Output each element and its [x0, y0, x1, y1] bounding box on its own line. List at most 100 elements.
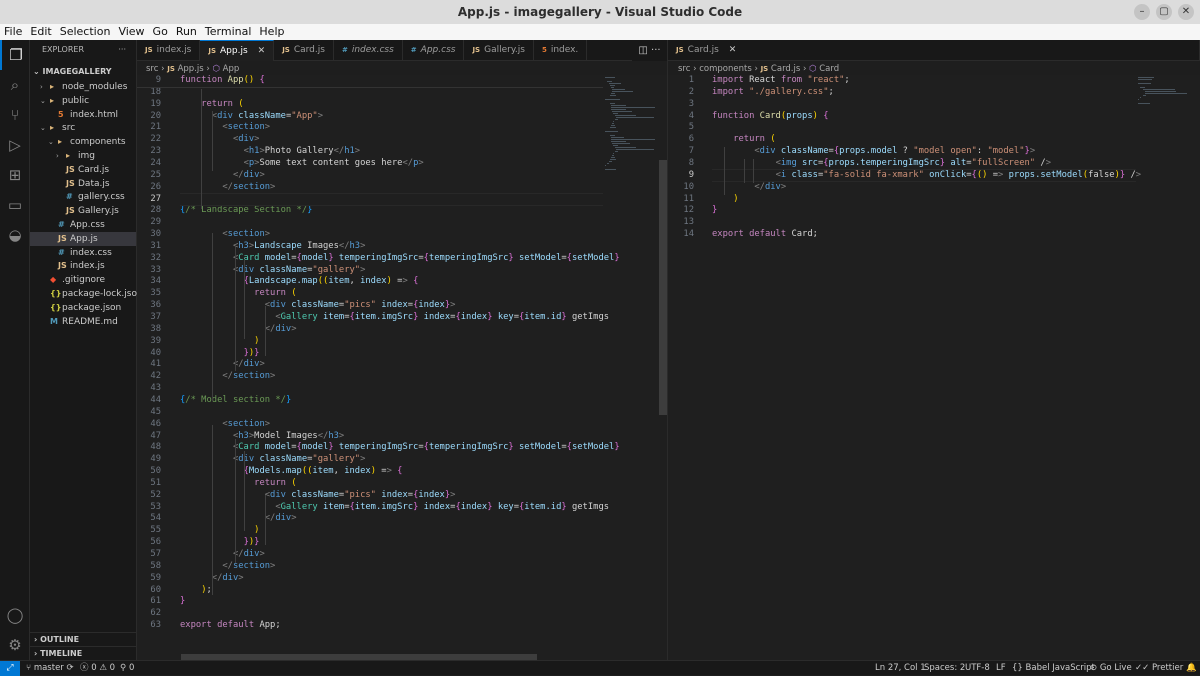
- code-line[interactable]: return (: [180, 478, 296, 488]
- menu-run[interactable]: Run: [172, 24, 201, 40]
- code-line[interactable]: <h3>Landscape Images</h3>: [180, 241, 365, 251]
- tree-item[interactable]: JS Gallery.js: [30, 204, 136, 218]
- tree-item[interactable]: # index.css: [30, 246, 136, 260]
- menu-view[interactable]: View: [114, 24, 148, 40]
- breadcrumb-folder[interactable]: components: [699, 64, 752, 74]
- code-line[interactable]: function Card(props) {: [712, 111, 829, 121]
- code-line[interactable]: {/* Landscape Section */}: [180, 205, 312, 215]
- branch-indicator[interactable]: ⑂ master ⟳: [26, 661, 74, 675]
- code-line[interactable]: </div>: [180, 324, 297, 334]
- code-line[interactable]: </section>: [180, 182, 275, 192]
- code-line[interactable]: <section>: [180, 229, 270, 239]
- code-line[interactable]: </div>: [180, 513, 297, 523]
- code-line[interactable]: <section>: [180, 419, 270, 429]
- tree-item[interactable]: JS Data.js: [30, 177, 136, 191]
- code-line[interactable]: <Card model={model} temperingImgSrc={tem…: [180, 442, 620, 452]
- code-line[interactable]: return (: [180, 288, 296, 298]
- tree-item[interactable]: JS index.js: [30, 259, 136, 273]
- run-debug-icon[interactable]: ▷: [0, 130, 30, 160]
- tab-index-css[interactable]: # index.css: [334, 40, 403, 61]
- search-icon[interactable]: ⌕: [0, 70, 30, 100]
- code-line[interactable]: return (: [712, 134, 775, 144]
- tree-item[interactable]: # App.css: [30, 218, 136, 232]
- tree-item[interactable]: › ▸ img: [30, 149, 136, 163]
- code-line[interactable]: </div>: [180, 549, 265, 559]
- breadcrumb-symbol[interactable]: Card: [819, 64, 839, 74]
- breadcrumb-src[interactable]: src: [678, 64, 690, 74]
- tree-item[interactable]: › ▸ node_modules: [30, 80, 136, 94]
- code-line[interactable]: export default Card;: [712, 229, 818, 239]
- tree-item[interactable]: ⌄ ▸ public: [30, 94, 136, 108]
- go-live-button[interactable]: ⊙ Go Live: [1090, 661, 1132, 675]
- code-line[interactable]: <Card model={model} temperingImgSrc={tem…: [180, 253, 620, 263]
- menu-edit[interactable]: Edit: [26, 24, 55, 40]
- tree-item[interactable]: # gallery.css: [30, 190, 136, 204]
- tree-item[interactable]: ⌄ ▸ src: [30, 121, 136, 135]
- code-line[interactable]: <img src={props.temperingImgSrc} alt="fu…: [712, 158, 1051, 168]
- code-line[interactable]: </section>: [180, 561, 275, 571]
- minimap-left[interactable]: [603, 75, 659, 660]
- code-line[interactable]: <h3>Model Images</h3>: [180, 431, 344, 441]
- remote-explorer-icon[interactable]: ▭: [0, 190, 30, 220]
- code-line[interactable]: export default App;: [180, 620, 281, 630]
- extensions-icon[interactable]: ⊞: [0, 160, 30, 190]
- more-actions-icon[interactable]: ···: [118, 40, 126, 60]
- close-tab-icon[interactable]: ✕: [258, 46, 266, 56]
- tree-item[interactable]: ◆ .gitignore: [30, 273, 136, 287]
- maximize-icon[interactable]: ▢: [1156, 4, 1172, 20]
- code-line[interactable]: })}: [180, 348, 260, 358]
- code-editor-right[interactable]: 1 import React from "react"; 2 import "./ga…: [668, 75, 1200, 660]
- code-line[interactable]: <h1>Photo Gallery</h1>: [180, 146, 361, 156]
- code-line[interactable]: );: [180, 585, 212, 595]
- tree-item[interactable]: M README.md: [30, 315, 136, 329]
- workspace-root[interactable]: ⌄ IMAGEGALLERY: [30, 64, 136, 80]
- menu-file[interactable]: File: [0, 24, 26, 40]
- code-line[interactable]: return (: [180, 99, 243, 109]
- code-line[interactable]: <p>Some text content goes here</p>: [180, 158, 424, 168]
- tab-index-[interactable]: 5 index.: [534, 40, 588, 61]
- code-editor-left[interactable]: 9 function App() {18 19 return (20 <div cl…: [137, 75, 667, 660]
- code-line[interactable]: <div className="pics" index={index}>: [180, 490, 456, 500]
- tree-item[interactable]: {}package-lock.json: [30, 287, 143, 301]
- menu-help[interactable]: Help: [255, 24, 288, 40]
- code-line[interactable]: import React from "react";: [712, 75, 850, 85]
- tab-index-js[interactable]: JS index.js: [137, 40, 201, 61]
- code-line[interactable]: ): [712, 194, 738, 204]
- code-line[interactable]: ): [180, 336, 259, 346]
- account-icon[interactable]: ◯: [0, 600, 30, 630]
- cursor-position[interactable]: Ln 27, Col 1: [875, 661, 926, 675]
- settings-gear-icon[interactable]: ⚙: [0, 630, 30, 660]
- tree-item[interactable]: ⌄ ▸ components: [30, 135, 136, 149]
- menu-go[interactable]: Go: [149, 24, 172, 40]
- code-line[interactable]: </div>: [180, 359, 265, 369]
- code-line[interactable]: <div className="gallery">: [180, 454, 365, 464]
- tab-app-js[interactable]: JS App.js ✕: [200, 40, 275, 61]
- tab-gallery-js[interactable]: JS Gallery.js: [464, 40, 534, 61]
- tab-card-js[interactable]: JS Card.js: [274, 40, 334, 61]
- close-icon[interactable]: ✕: [1178, 4, 1194, 20]
- language-mode[interactable]: {} Babel JavaScript: [1012, 661, 1095, 675]
- code-line[interactable]: })}: [180, 537, 260, 547]
- code-line[interactable]: {Models.map((item, index) => {: [180, 466, 403, 476]
- code-line[interactable]: <div className="pics" index={index}>: [180, 300, 456, 310]
- menu-terminal[interactable]: Terminal: [201, 24, 256, 40]
- code-line[interactable]: ): [180, 525, 259, 535]
- code-line[interactable]: import "./gallery.css";: [712, 87, 834, 97]
- minimap-right[interactable]: [1136, 75, 1192, 660]
- breadcrumb-file[interactable]: Card.js: [771, 64, 800, 74]
- code-line[interactable]: }: [712, 205, 717, 215]
- indentation[interactable]: Spaces: 2: [924, 661, 965, 675]
- code-line[interactable]: <div className={props.model ? "model ope…: [712, 146, 1035, 156]
- vertical-scrollbar[interactable]: [659, 160, 667, 415]
- problems-indicator[interactable]: ⓧ 0 ⚠ 0: [80, 661, 115, 675]
- line-ending[interactable]: LF: [996, 661, 1006, 675]
- timeline-section[interactable]: › TIMELINE: [30, 646, 137, 660]
- source-control-icon[interactable]: ⑂: [0, 100, 30, 130]
- split-editor-icon[interactable]: ◫ ···: [632, 40, 667, 61]
- close-tab-icon[interactable]: ✕: [729, 45, 737, 55]
- code-line[interactable]: <div className="gallery">: [180, 265, 365, 275]
- docker-icon[interactable]: ◒: [0, 220, 30, 250]
- menu-selection[interactable]: Selection: [56, 24, 115, 40]
- tree-item[interactable]: {}package.json: [30, 301, 136, 315]
- code-line[interactable]: </div>: [180, 170, 265, 180]
